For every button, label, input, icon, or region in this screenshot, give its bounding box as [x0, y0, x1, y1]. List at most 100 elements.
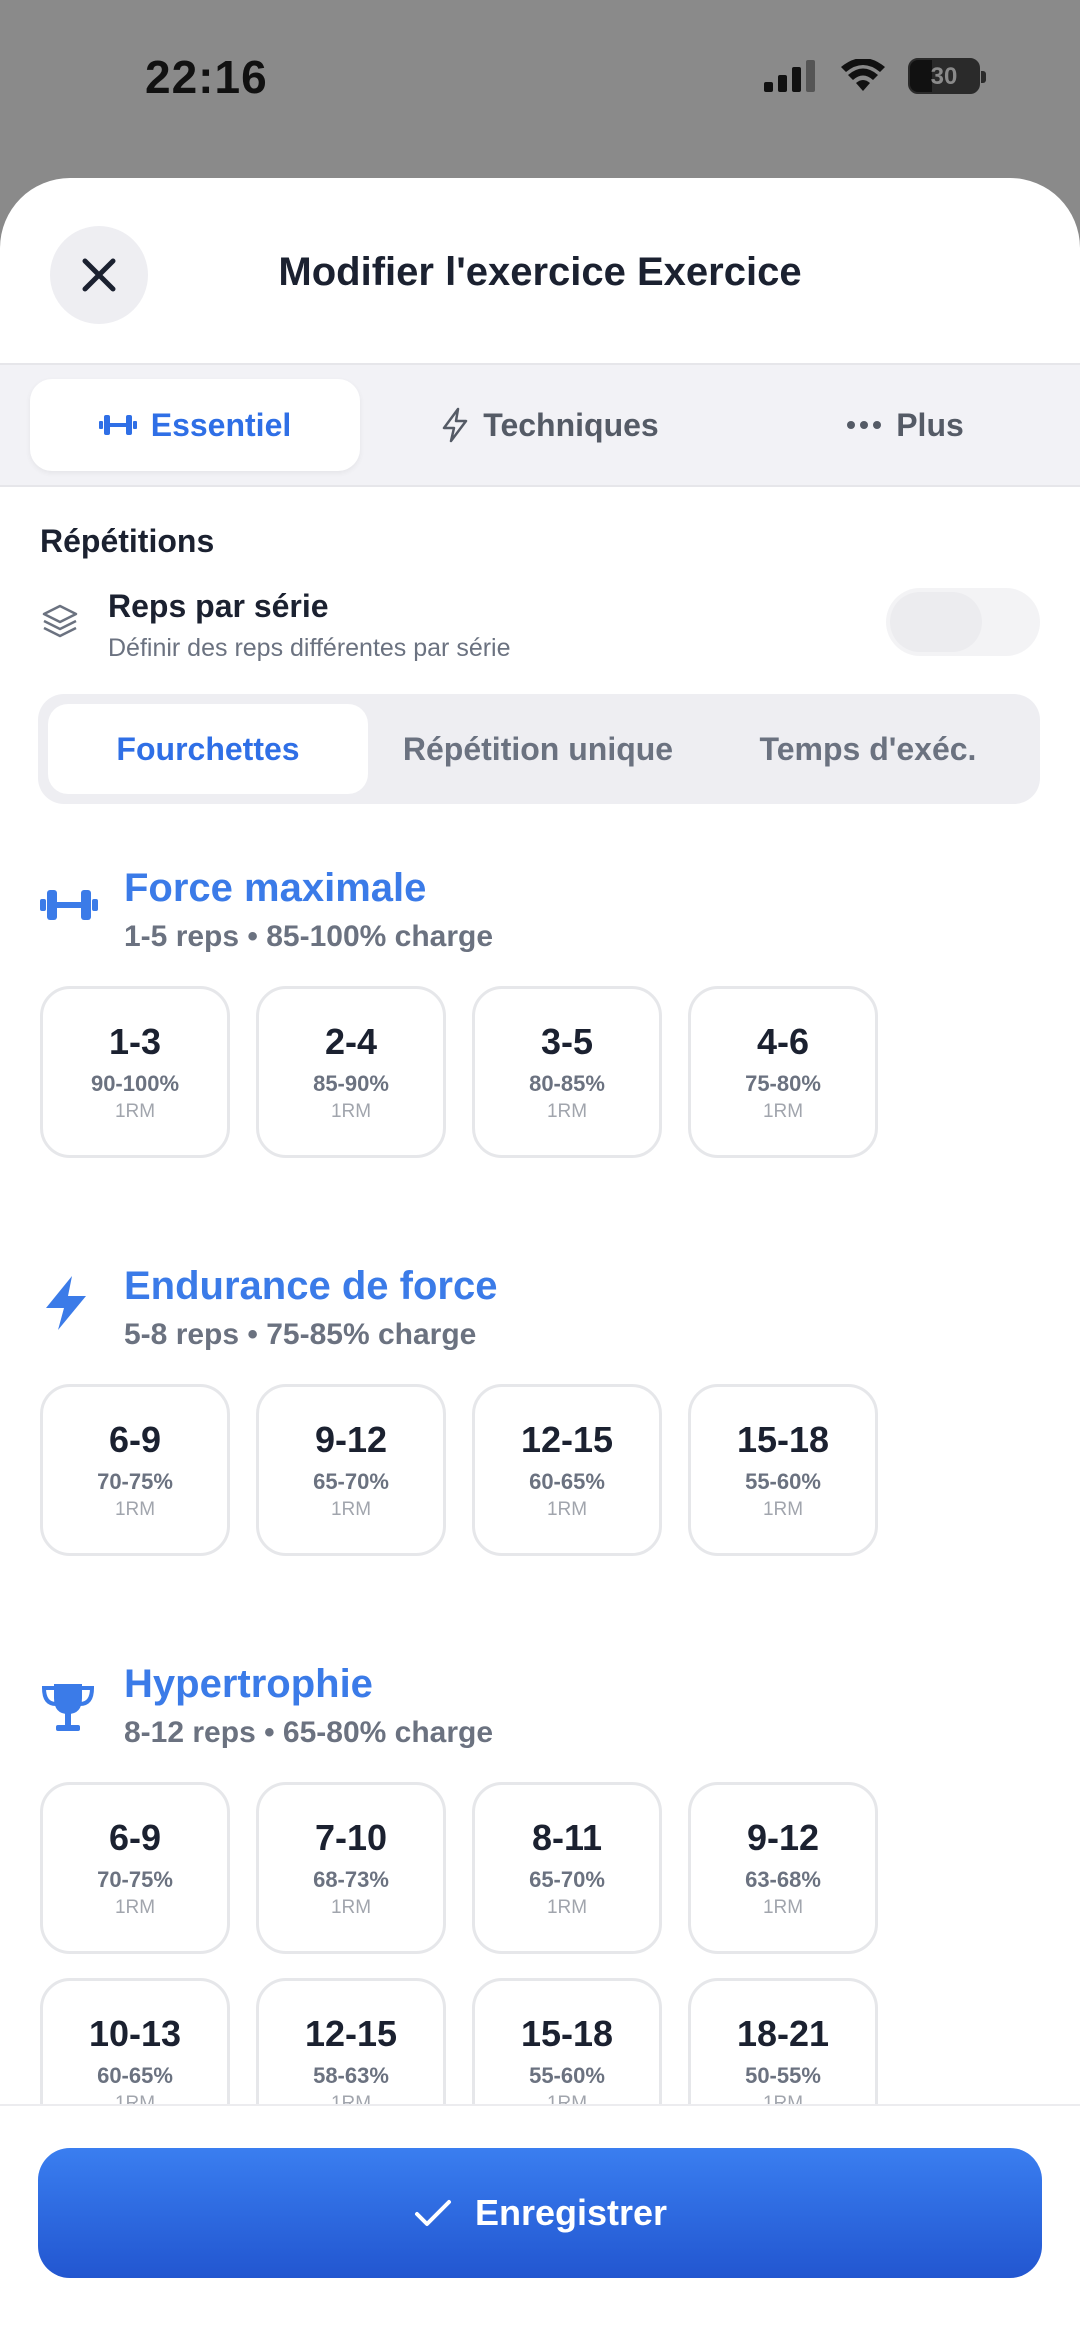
layers-icon — [42, 604, 78, 638]
card-rm: 1RM — [330, 1897, 372, 1918]
card-rm: 1RM — [330, 1499, 372, 1520]
sheet-header: Modifier l'exercice Exercice — [0, 178, 1080, 363]
save-label: Enregistrer — [474, 2192, 668, 2233]
card-percent: 70-75% — [97, 1469, 173, 1494]
card-rm: 1RM — [762, 1499, 804, 1520]
toggle-knob — [890, 592, 982, 652]
reps-per-set-row: Reps par série Définir des reps différen… — [40, 588, 1040, 668]
card-rm: 1RM — [330, 1101, 372, 1122]
dumbbell-icon — [40, 890, 98, 920]
card-range: 12-15 — [520, 1419, 614, 1460]
range-card[interactable]: 6-9 70-75% 1RM — [40, 1782, 230, 1954]
card-range: 15-18 — [520, 2013, 614, 2054]
wifi-icon — [841, 59, 885, 91]
range-card[interactable]: 4-6 75-80% 1RM — [688, 986, 878, 1158]
range-card[interactable]: 9-12 63-68% 1RM — [688, 1782, 878, 1954]
group-title: Hypertrophie — [124, 1662, 373, 1706]
checkmark-icon — [414, 2200, 451, 2226]
tab-plus[interactable]: Plus — [760, 379, 1050, 471]
card-percent: 60-65% — [529, 1469, 605, 1494]
card-range: 12-15 — [304, 2013, 398, 2054]
card-rm: 1RM — [114, 1897, 156, 1918]
card-percent: 55-60% — [745, 1469, 821, 1494]
range-card[interactable]: 1-3 90-100% 1RM — [40, 986, 230, 1158]
group-title: Endurance de force — [124, 1264, 498, 1308]
tab-techniques[interactable]: Techniques — [400, 379, 700, 471]
card-range: 8-11 — [531, 1817, 603, 1858]
card-range: 15-18 — [736, 1419, 830, 1460]
group-subtitle: 1-5 reps • 85-100% charge — [124, 920, 494, 953]
signal-icon — [764, 60, 815, 92]
card-range: 9-12 — [746, 1817, 820, 1858]
reps-per-set-subtitle: Définir des reps différentes par série — [108, 634, 511, 662]
card-percent: 60-65% — [97, 2063, 173, 2088]
page-title: Modifier l'exercice Exercice — [278, 250, 802, 294]
save-button[interactable]: Enregistrer — [38, 2148, 1042, 2278]
card-percent: 50-55% — [745, 2063, 821, 2088]
card-rm: 1RM — [114, 1101, 156, 1122]
bolt-icon — [46, 1276, 86, 1330]
range-card[interactable]: 2-4 85-90% 1RM — [256, 986, 446, 1158]
card-range: 1-3 — [108, 1021, 162, 1062]
trophy-icon — [41, 1684, 95, 1731]
segment-repetition-unique[interactable]: Répétition unique — [378, 704, 698, 794]
card-percent: 80-85% — [529, 1071, 605, 1096]
range-card[interactable]: 8-11 65-70% 1RM — [472, 1782, 662, 1954]
card-percent: 75-80% — [745, 1071, 821, 1096]
reps-per-set-toggle[interactable] — [886, 588, 1040, 656]
ellipsis-icon — [847, 421, 882, 429]
card-percent: 65-70% — [529, 1867, 605, 1892]
section-label: Répétitions — [40, 523, 215, 559]
range-card[interactable]: 15-18 55-60% 1RM — [688, 1384, 878, 1556]
card-range: 10-13 — [88, 2013, 182, 2054]
card-percent: 90-100% — [90, 1071, 180, 1096]
reps-per-set-title: Reps par série — [108, 588, 329, 624]
card-percent: 65-70% — [313, 1469, 389, 1494]
card-percent: 68-73% — [313, 1867, 389, 1892]
card-range: 18-21 — [736, 2013, 830, 2054]
sheet-footer: Enregistrer — [0, 2104, 1080, 2347]
card-rm: 1RM — [114, 1499, 156, 1520]
range-card[interactable]: 12-15 60-65% 1RM — [472, 1384, 662, 1556]
card-range: 7-10 — [314, 1817, 388, 1858]
group-subtitle: 5-8 reps • 75-85% charge — [124, 1318, 477, 1351]
tab-label: Techniques — [483, 406, 659, 443]
group-subtitle: 8-12 reps • 65-80% charge — [124, 1716, 494, 1749]
bolt-icon — [443, 407, 468, 443]
card-range: 9-12 — [314, 1419, 388, 1460]
tab-bar: Essentiel Techniques Plus — [0, 363, 1080, 487]
card-rm: 1RM — [546, 1101, 588, 1122]
card-percent: 63-68% — [745, 1867, 821, 1892]
card-range: 6-9 — [108, 1419, 162, 1460]
card-rm: 1RM — [546, 1499, 588, 1520]
status-icons: 30 — [764, 58, 986, 94]
range-card[interactable]: 3-5 80-85% 1RM — [472, 986, 662, 1158]
card-percent: 70-75% — [97, 1867, 173, 1892]
card-percent: 85-90% — [313, 1071, 389, 1096]
card-rm: 1RM — [762, 1101, 804, 1122]
card-range: 2-4 — [324, 1021, 378, 1062]
rep-mode-segmented-control: Fourchettes Répétition unique Temps d'ex… — [38, 694, 1040, 804]
card-percent: 55-60% — [529, 2063, 605, 2088]
edit-exercise-sheet: Modifier l'exercice Exercice Essentiel T… — [0, 178, 1080, 2347]
card-range: 4-6 — [756, 1021, 810, 1062]
range-card[interactable]: 9-12 65-70% 1RM — [256, 1384, 446, 1556]
battery-level: 30 — [930, 63, 958, 90]
card-percent: 58-63% — [313, 2063, 389, 2088]
segment-temps-exec[interactable]: Temps d'exéc. — [708, 704, 1028, 794]
status-time: 22:16 — [145, 51, 268, 103]
group-title: Force maximale — [124, 866, 427, 910]
status-bar: 22:16 30 — [0, 0, 1080, 160]
dumbbell-icon — [98, 415, 137, 435]
card-range: 6-9 — [108, 1817, 162, 1858]
range-card[interactable]: 6-9 70-75% 1RM — [40, 1384, 230, 1556]
range-card[interactable]: 7-10 68-73% 1RM — [256, 1782, 446, 1954]
battery-icon: 30 — [908, 58, 986, 94]
card-rm: 1RM — [546, 1897, 588, 1918]
segment-fourchettes[interactable]: Fourchettes — [48, 704, 368, 794]
tab-essentiel[interactable]: Essentiel — [30, 379, 360, 471]
tab-label: Plus — [896, 406, 964, 443]
card-range: 3-5 — [540, 1021, 594, 1062]
card-rm: 1RM — [762, 1897, 804, 1918]
tab-label: Essentiel — [150, 406, 292, 443]
